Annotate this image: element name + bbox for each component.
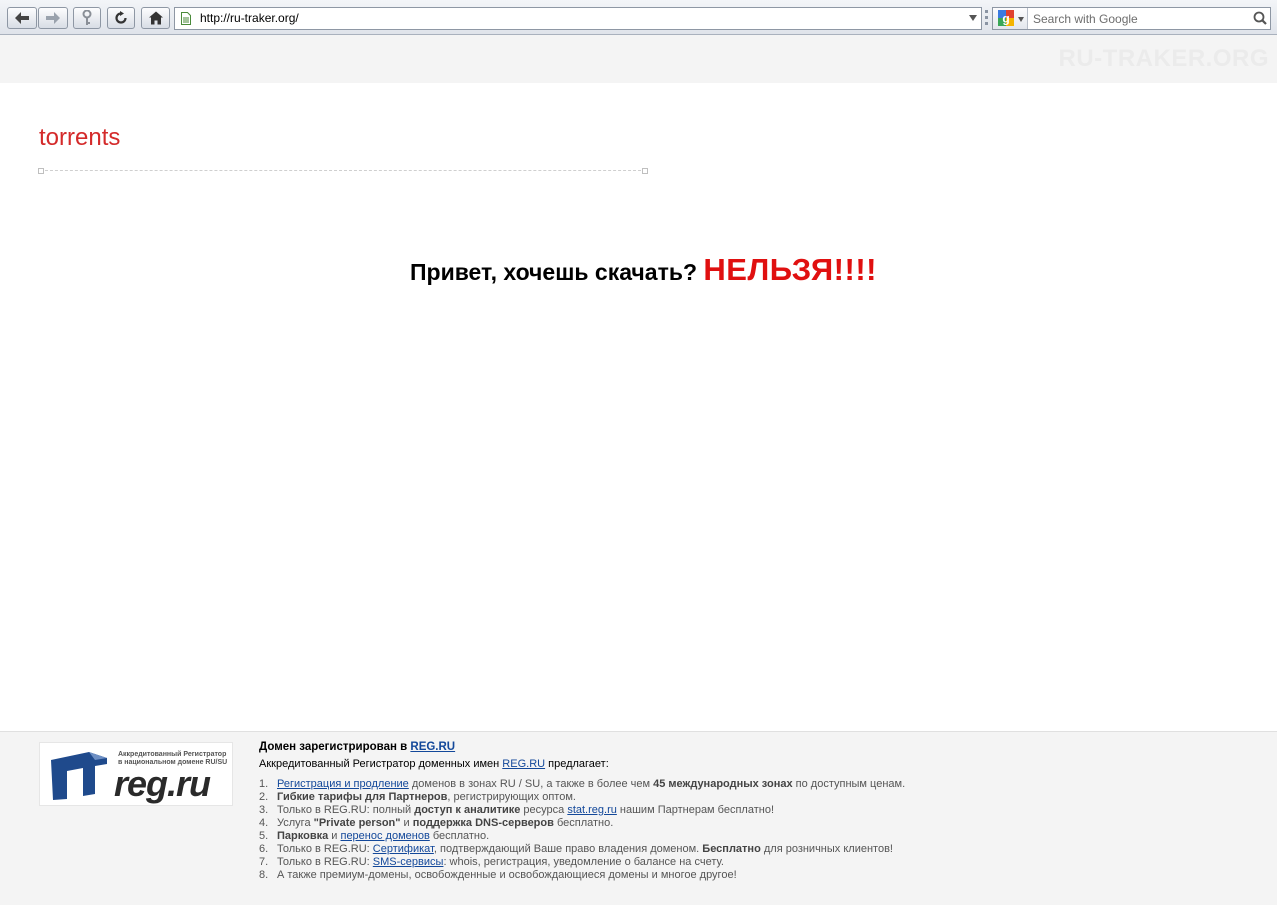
url-text[interactable]: http://ru-traker.org/ bbox=[200, 11, 299, 25]
reload-icon bbox=[115, 11, 127, 24]
regru-link[interactable]: REG.RU bbox=[410, 741, 455, 753]
stat-link[interactable]: stat.reg.ru bbox=[567, 804, 617, 816]
footer-text: Домен зарегистрирован в REG.RU Аккредито… bbox=[259, 741, 905, 882]
transfer-link[interactable]: перенос доменов bbox=[340, 830, 429, 842]
header-band: RU-TRAKER.ORG bbox=[0, 35, 1277, 83]
url-dropdown-icon[interactable] bbox=[969, 15, 977, 21]
headline-emphasis: НЕЛЬЗЯ!!!! bbox=[703, 252, 877, 287]
forward-button[interactable] bbox=[38, 7, 68, 29]
page-title: torrents bbox=[39, 124, 121, 151]
key-icon bbox=[82, 10, 92, 25]
history-button[interactable] bbox=[73, 7, 101, 29]
logo-brand-text: reg.ru bbox=[114, 763, 211, 804]
home-button[interactable] bbox=[141, 7, 170, 29]
list-item: 6. Только в REG.RU: Сертификат, подтвержд… bbox=[259, 843, 893, 855]
footer: Аккредитованный Регистратор в национальн… bbox=[0, 731, 1277, 905]
search-box[interactable]: g bbox=[992, 7, 1271, 30]
title-divider bbox=[38, 168, 648, 174]
list-item: 2. Гибкие тарифы для Партнеров, регистрир… bbox=[259, 791, 576, 803]
regru-link-2[interactable]: REG.RU bbox=[502, 758, 545, 770]
svg-text:g: g bbox=[1002, 12, 1009, 26]
search-icon[interactable] bbox=[1250, 8, 1270, 29]
home-icon bbox=[148, 11, 163, 25]
engine-dropdown-icon bbox=[1018, 17, 1024, 22]
list-item: 5. Парковка и перенос доменов бесплатно. bbox=[259, 830, 490, 842]
list-item: 8. А также премиум-домены, освобожденные … bbox=[259, 869, 737, 881]
footer-heading: Домен зарегистрирован в REG.RU bbox=[259, 741, 456, 753]
back-button[interactable] bbox=[7, 7, 37, 29]
back-arrow-icon bbox=[15, 12, 29, 24]
list-item: 1. Регистрация и продление доменов в зона… bbox=[259, 778, 906, 790]
forward-arrow-icon bbox=[46, 12, 60, 24]
page-icon bbox=[181, 12, 191, 25]
regru-logo[interactable]: Аккредитованный Регистратор в национальн… bbox=[39, 742, 233, 806]
browser-toolbar: http://ru-traker.org/ g bbox=[0, 0, 1277, 35]
reload-button[interactable] bbox=[107, 7, 135, 29]
sms-link[interactable]: SMS-сервисы bbox=[373, 856, 444, 868]
registration-link[interactable]: Регистрация и продление bbox=[277, 778, 409, 790]
headline-text: Привет, хочешь скачать? bbox=[410, 259, 704, 285]
site-watermark: RU-TRAKER.ORG bbox=[1058, 45, 1269, 72]
search-input[interactable] bbox=[1029, 8, 1247, 29]
google-icon: g bbox=[998, 10, 1014, 26]
list-item: 7. Только в REG.RU: SMS-сервисы: whois, р… bbox=[259, 856, 724, 868]
list-item: 4. Услуга "Private person" и поддержка DN… bbox=[259, 817, 614, 829]
certificate-link[interactable]: Сертификат bbox=[373, 843, 434, 855]
headline: Привет, хочешь скачать? НЕЛЬЗЯ!!!! bbox=[0, 252, 1277, 288]
list-item: 3. Только в REG.RU: полный доступ к анали… bbox=[259, 804, 775, 816]
offer-list: 1. Регистрация и продление доменов в зона… bbox=[259, 778, 905, 882]
address-bar[interactable]: http://ru-traker.org/ bbox=[174, 7, 982, 30]
search-engine-selector[interactable]: g bbox=[993, 8, 1028, 29]
toolbar-grip bbox=[985, 10, 988, 26]
footer-subheading: Аккредитованный Регистратор доменных име… bbox=[259, 758, 609, 770]
regru-mark-icon bbox=[51, 752, 107, 800]
